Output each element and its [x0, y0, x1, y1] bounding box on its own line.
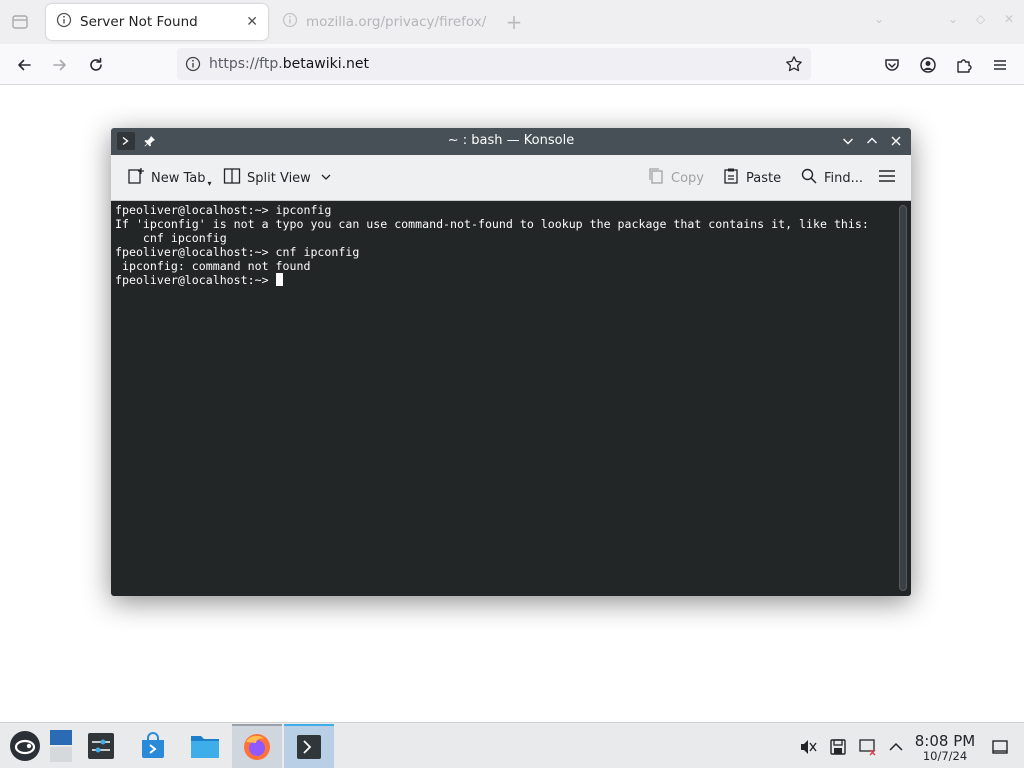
firefox-view-icon[interactable]: [6, 8, 34, 36]
info-icon: [56, 12, 72, 32]
site-info-icon[interactable]: [185, 56, 201, 72]
url-prefix: https://ftp.: [209, 56, 283, 72]
close-icon[interactable]: [887, 132, 905, 150]
save-disk-icon[interactable]: [827, 736, 849, 758]
dolphin-file-manager-icon[interactable]: [180, 724, 230, 768]
list-tabs-icon[interactable]: ⌄: [874, 12, 884, 26]
terminal-line: cnf ipconfig: [115, 231, 227, 245]
tab-mozilla-privacy[interactable]: mozilla.org/privacy/firefox/: [272, 4, 502, 40]
reload-icon[interactable]: [81, 50, 111, 80]
new-tab-plus-icon[interactable]: +: [500, 8, 528, 36]
url-text: https://ftp.betawiki.net: [209, 56, 369, 72]
dropdown-arrow-icon: ▾: [207, 178, 212, 188]
maximize-icon[interactable]: ◇: [976, 12, 985, 26]
taskbar: 8:08 PM 10/7/24: [0, 722, 1024, 768]
konsole-titlebar[interactable]: ~ : bash — Konsole: [111, 128, 911, 155]
show-desktop-icon[interactable]: [989, 736, 1011, 758]
clock-time[interactable]: 8:08 PM: [912, 732, 978, 750]
forward-arrow-icon[interactable]: [45, 50, 75, 80]
find-button[interactable]: Find...: [800, 167, 863, 189]
terminal-prompt: fpeoliver@localhost:~>: [115, 273, 276, 287]
paste-label: Paste: [746, 170, 782, 186]
chevron-up-icon[interactable]: [885, 736, 907, 758]
new-tab-label: New Tab: [151, 170, 206, 186]
window-title: ~ : bash — Konsole: [447, 133, 575, 148]
terminal-output: fpeoliver@localhost:~> ipconfig If 'ipcon…: [115, 203, 869, 287]
copy-icon: [647, 167, 665, 189]
terminal-line: ipconfig: command not found: [115, 259, 311, 273]
system-settings-icon[interactable]: [76, 724, 126, 768]
copy-label: Copy: [671, 170, 704, 186]
back-arrow-icon[interactable]: [9, 50, 39, 80]
extensions-puzzle-icon[interactable]: [949, 50, 979, 80]
pocket-icon[interactable]: [877, 50, 907, 80]
menu-hamburger-icon[interactable]: [985, 50, 1015, 80]
bookmark-star-icon[interactable]: [785, 55, 803, 73]
terminal-line: If 'ipconfig' is not a typo you can use …: [115, 217, 869, 231]
close-tab-icon[interactable]: ✕: [246, 14, 258, 30]
copy-button[interactable]: Copy: [647, 167, 704, 189]
browser-tab-strip: Server Not Found ✕ mozilla.org/privacy/f…: [0, 0, 1024, 44]
volume-muted-icon[interactable]: [797, 736, 819, 758]
discover-icon[interactable]: [128, 724, 178, 768]
info-icon: [282, 12, 298, 32]
hamburger-menu-button[interactable]: [878, 167, 896, 189]
tab-server-not-found[interactable]: Server Not Found ✕: [46, 4, 268, 40]
search-icon: [800, 167, 818, 189]
konsole-window: ~ : bash — Konsole New Tab ▾ Split View: [111, 128, 911, 596]
terminal-line: fpeoliver@localhost:~> ipconfig: [115, 203, 332, 217]
minimize-icon[interactable]: [839, 132, 857, 150]
split-view-icon: [223, 167, 241, 189]
menu-hamburger-icon: [878, 167, 896, 189]
chevron-down-icon: [321, 171, 331, 186]
terminal-prompt-line: fpeoliver@localhost:~>: [115, 273, 869, 287]
konsole-toolbar: New Tab ▾ Split View Copy Paste Find...: [111, 155, 911, 201]
url-bar[interactable]: https://ftp.betawiki.net: [177, 48, 811, 80]
paste-icon: [722, 167, 740, 189]
close-window-icon[interactable]: ✕: [1004, 12, 1014, 26]
terminal-area[interactable]: fpeoliver@localhost:~> ipconfig If 'ipcon…: [111, 201, 911, 596]
paste-button[interactable]: Paste: [722, 167, 781, 189]
new-tab-icon: [127, 167, 145, 189]
konsole-taskbar-icon[interactable]: [284, 724, 334, 768]
navigation-toolbar: https://ftp.betawiki.net: [0, 44, 1024, 85]
url-domain: betawiki.net: [282, 56, 370, 72]
terminal-scrollbar[interactable]: [899, 205, 907, 591]
network-disconnected-icon[interactable]: [857, 736, 879, 758]
tab-title: mozilla.org/privacy/firefox/: [306, 14, 487, 30]
tab-title: Server Not Found: [80, 14, 198, 30]
split-view-button[interactable]: Split View: [223, 167, 331, 189]
terminal-line: fpeoliver@localhost:~> cnf ipconfig: [115, 245, 360, 259]
clock-date[interactable]: 10/7/24: [912, 749, 978, 763]
firefox-taskbar-icon[interactable]: [232, 724, 282, 768]
account-icon[interactable]: [913, 50, 943, 80]
maximize-icon[interactable]: [863, 132, 881, 150]
split-view-label: Split View: [247, 170, 311, 186]
minimize-icon[interactable]: ⌄: [948, 12, 958, 26]
new-tab-button[interactable]: New Tab ▾: [127, 167, 212, 189]
find-label: Find...: [824, 170, 864, 186]
text-cursor: [275, 273, 283, 286]
